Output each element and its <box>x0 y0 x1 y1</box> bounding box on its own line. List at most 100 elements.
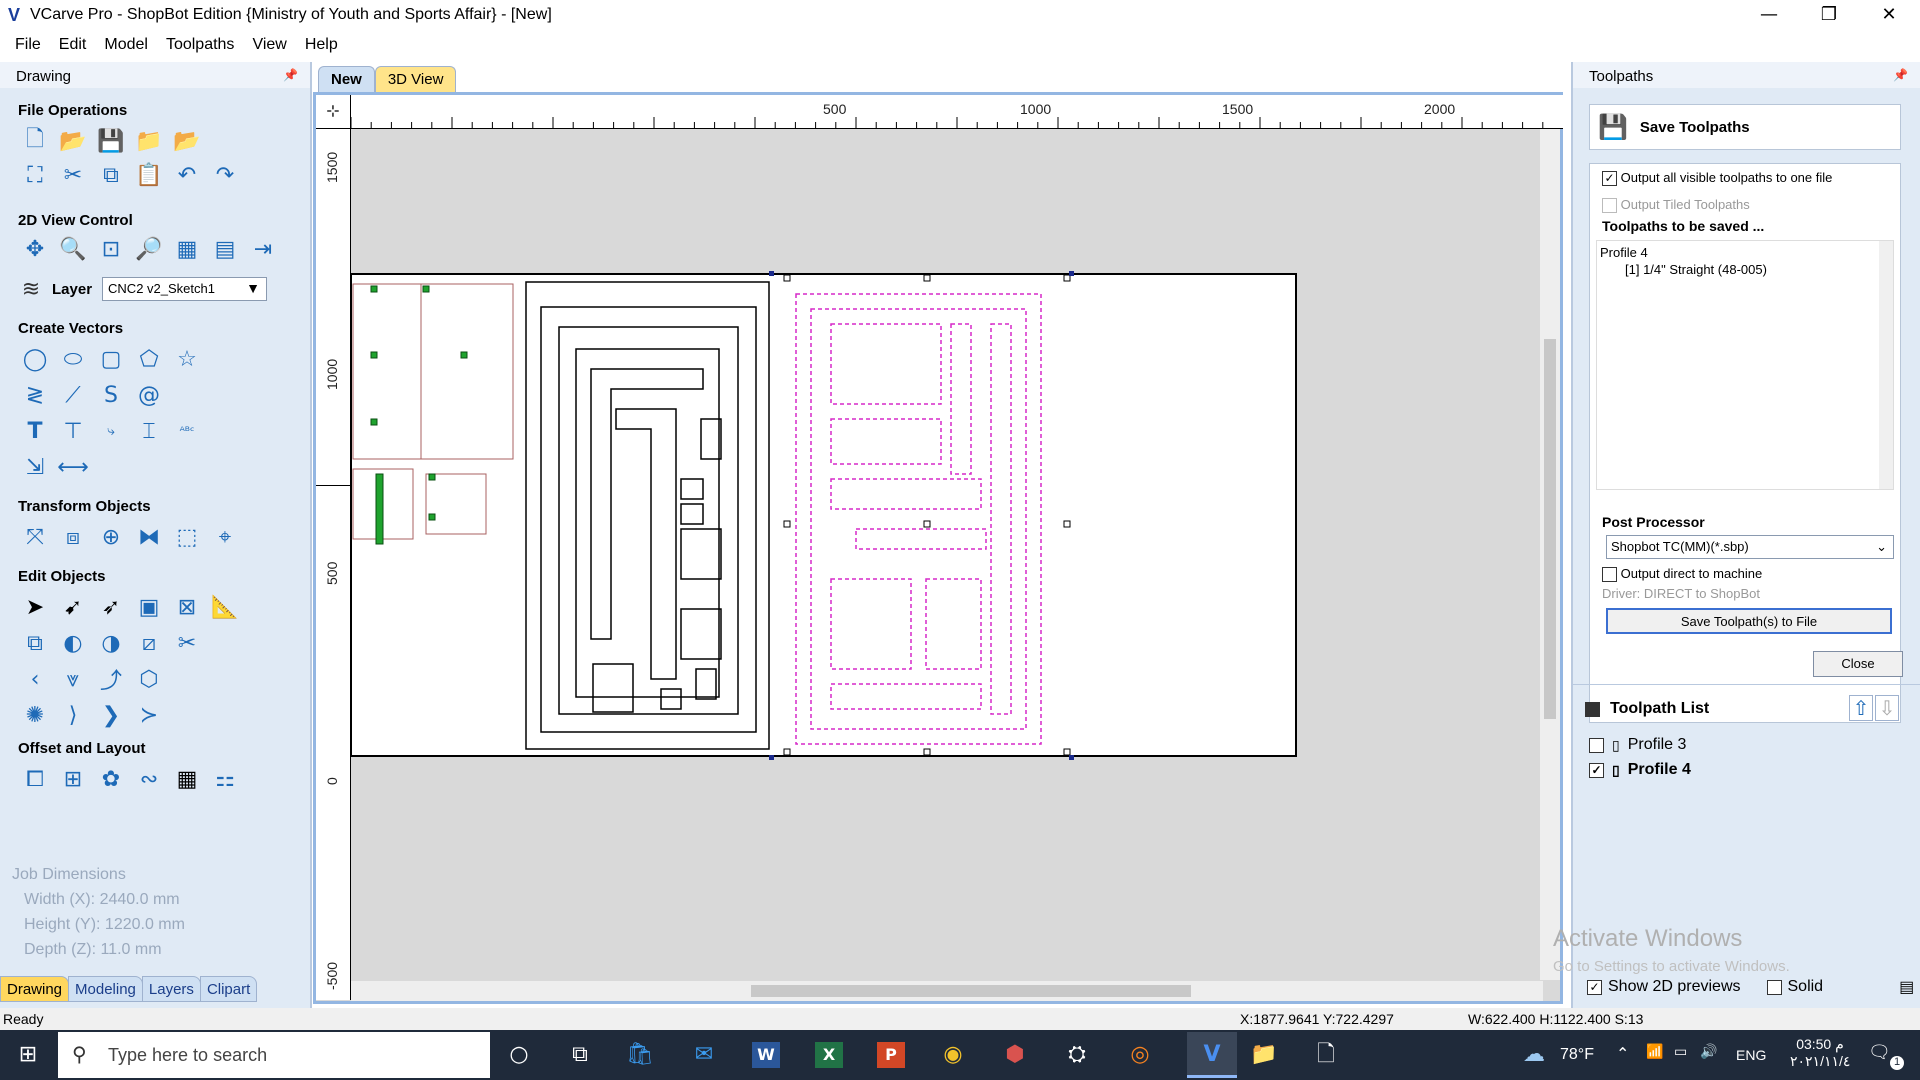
tab-modeling[interactable]: Modeling <box>68 976 143 1002</box>
pin-icon[interactable]: 📌 <box>1893 68 1908 82</box>
mail-icon[interactable]: ✉ <box>690 1042 718 1068</box>
polyline-icon[interactable]: ≷ <box>20 380 50 410</box>
text-icon[interactable]: T <box>20 416 50 446</box>
vertical-scrollbar[interactable] <box>1540 129 1560 980</box>
zoom-extents-icon[interactable]: ⊡ <box>96 234 126 264</box>
chevron-up-icon[interactable]: ⌃ <box>1616 1044 1629 1063</box>
import-icon[interactable]: 📂 <box>172 126 202 156</box>
view-grid-icon[interactable]: ▦ <box>172 234 202 264</box>
intersect-icon[interactable]: ◑ <box>96 628 126 658</box>
text-on-curve-icon[interactable]: ⤷ <box>96 416 126 446</box>
text-arc-icon[interactable]: ᴬᴮᶜ <box>172 416 202 446</box>
arc-fit-icon[interactable]: ❯ <box>96 700 126 730</box>
tab-drawing[interactable]: Drawing <box>0 976 70 1002</box>
distort-icon[interactable]: ⬚ <box>172 522 202 552</box>
menu-view[interactable]: View <box>243 36 295 54</box>
move-icon[interactable]: ⤧ <box>20 522 50 552</box>
language-indicator[interactable]: ENG <box>1736 1047 1766 1063</box>
cut-icon[interactable]: ✂ <box>58 160 88 190</box>
curve-fit-icon[interactable]: ⟩ <box>58 700 88 730</box>
spiral-icon[interactable]: @ <box>134 380 164 410</box>
trim-icon[interactable]: ⧄ <box>134 628 164 658</box>
weld-icon[interactable]: ⧉ <box>20 628 50 658</box>
panel-options-icon[interactable]: ▤ <box>1899 977 1914 997</box>
job-sheet-drawing[interactable] <box>351 129 1543 980</box>
menu-edit[interactable]: Edit <box>50 36 96 54</box>
weather-temp[interactable]: 78°F <box>1560 1046 1594 1064</box>
polygon-icon[interactable]: ⬠ <box>134 344 164 374</box>
app-cube-icon[interactable]: ⬢ <box>1001 1042 1029 1068</box>
interactive-select-icon[interactable]: ➶ <box>96 592 126 622</box>
restore-button[interactable]: ❐ <box>1800 0 1858 30</box>
menu-file[interactable]: File <box>6 36 50 54</box>
dimension-icon[interactable]: ⇲ <box>20 452 50 482</box>
text-frame-icon[interactable]: ⌶ <box>134 416 164 446</box>
measure-tool-icon[interactable]: 📐 <box>210 592 240 622</box>
toolpath-item-profile-4[interactable]: ✓ ▯ Profile 4 <box>1589 761 1691 779</box>
circular-copy-icon[interactable]: ✿ <box>96 764 126 794</box>
scissors-icon[interactable]: ✂ <box>172 628 202 658</box>
tab-3d-view[interactable]: 3D View <box>374 66 457 92</box>
output-direct-checkbox[interactable] <box>1602 567 1617 583</box>
zoom-icon[interactable]: 🔍 <box>58 234 88 264</box>
zoom-selection-icon[interactable]: 🔎 <box>134 234 164 264</box>
redo-icon[interactable]: ↷ <box>210 160 240 190</box>
saved-list-scrollbar[interactable] <box>1879 241 1893 489</box>
output-all-row[interactable]: ✓ Output all visible toolpaths to one fi… <box>1602 170 1832 187</box>
ungroup-icon[interactable]: ⊠ <box>172 592 202 622</box>
file-explorer-icon[interactable]: 📁 <box>1250 1042 1278 1068</box>
minimize-button[interactable]: — <box>1740 0 1798 30</box>
view-toggle-icon[interactable]: ▤ <box>210 234 240 264</box>
toolpath-list-toggle-icon[interactable] <box>1585 701 1600 717</box>
toolpath-checkbox[interactable] <box>1589 737 1604 753</box>
select-all-icon[interactable]: ⛶ <box>20 160 50 190</box>
network-icon[interactable]: 📶 <box>1646 1044 1663 1060</box>
menu-help[interactable]: Help <box>296 36 347 54</box>
nesting-icon[interactable]: ⚏ <box>210 764 240 794</box>
battery-icon[interactable]: ▭ <box>1674 1044 1687 1060</box>
solid-checkbox[interactable] <box>1766 979 1782 995</box>
open-file-icon[interactable]: 📂 <box>58 126 88 156</box>
undo-icon[interactable]: ↶ <box>172 160 202 190</box>
ellipse-icon[interactable]: ⬭ <box>58 344 88 374</box>
show-2d-checkbox[interactable]: ✓ <box>1587 979 1602 995</box>
copy-along-icon[interactable]: ∾ <box>134 764 164 794</box>
close-panel-button[interactable]: Close <box>1813 651 1903 677</box>
join-icon[interactable]: ⩔ <box>58 664 88 694</box>
post-processor-dropdown[interactable]: Shopbot TC(MM)(*.sbp) ⌄ <box>1606 535 1894 559</box>
fillet-icon[interactable]: ‹ <box>20 664 50 694</box>
excel-icon[interactable]: X <box>815 1042 843 1068</box>
ruler-origin-icon[interactable]: ⊹ <box>316 95 351 129</box>
curve-icon[interactable]: S <box>96 380 126 410</box>
circle-icon[interactable]: ◯ <box>20 344 50 374</box>
move-up-icon[interactable]: ⇧ <box>1849 695 1873 721</box>
app-hat-icon[interactable]: ⛭ <box>1063 1042 1091 1068</box>
menu-toolpaths[interactable]: Toolpaths <box>157 36 244 54</box>
volume-icon[interactable]: 🔊 <box>1700 1044 1717 1060</box>
vertical-scroll-thumb[interactable] <box>1544 339 1556 719</box>
node-edit-icon[interactable]: ➹ <box>58 592 88 622</box>
layer-dropdown[interactable]: CNC2 v2_Sketch1 ▼ <box>102 277 268 301</box>
rectangle-icon[interactable]: ▢ <box>96 344 126 374</box>
offset-icon[interactable]: ⧠ <box>20 764 50 794</box>
notification-icon[interactable]: 🗨 <box>1868 1042 1891 1063</box>
scale-icon[interactable]: ⧈ <box>58 522 88 552</box>
horizontal-scrollbar[interactable] <box>351 981 1543 1001</box>
store-icon[interactable]: 🛍 <box>626 1042 654 1068</box>
output-direct-row[interactable]: Output direct to machine <box>1602 566 1762 583</box>
smooth-icon[interactable]: ✺ <box>20 700 50 730</box>
subtract-icon[interactable]: ◐ <box>58 628 88 658</box>
pan-icon[interactable]: ✥ <box>20 234 50 264</box>
chrome-icon[interactable]: ◉ <box>939 1042 967 1068</box>
tab-new[interactable]: New <box>318 66 375 92</box>
word-icon[interactable]: W <box>752 1042 780 1068</box>
task-view-icon[interactable]: ⧉ <box>566 1042 594 1068</box>
close-button[interactable]: ✕ <box>1860 0 1918 30</box>
new-file-icon[interactable]: 🗋 <box>20 126 50 156</box>
tab-layers[interactable]: Layers <box>141 976 201 1002</box>
close-vector-icon[interactable]: ⬡ <box>134 664 164 694</box>
clock[interactable]: 03:50 م ٢٠٢١/١١/٤ <box>1790 1036 1850 1070</box>
select-arrow-icon[interactable]: ➤ <box>20 592 50 622</box>
view-exit-icon[interactable]: ⇥ <box>248 234 278 264</box>
text-box-icon[interactable]: ⊤ <box>58 416 88 446</box>
